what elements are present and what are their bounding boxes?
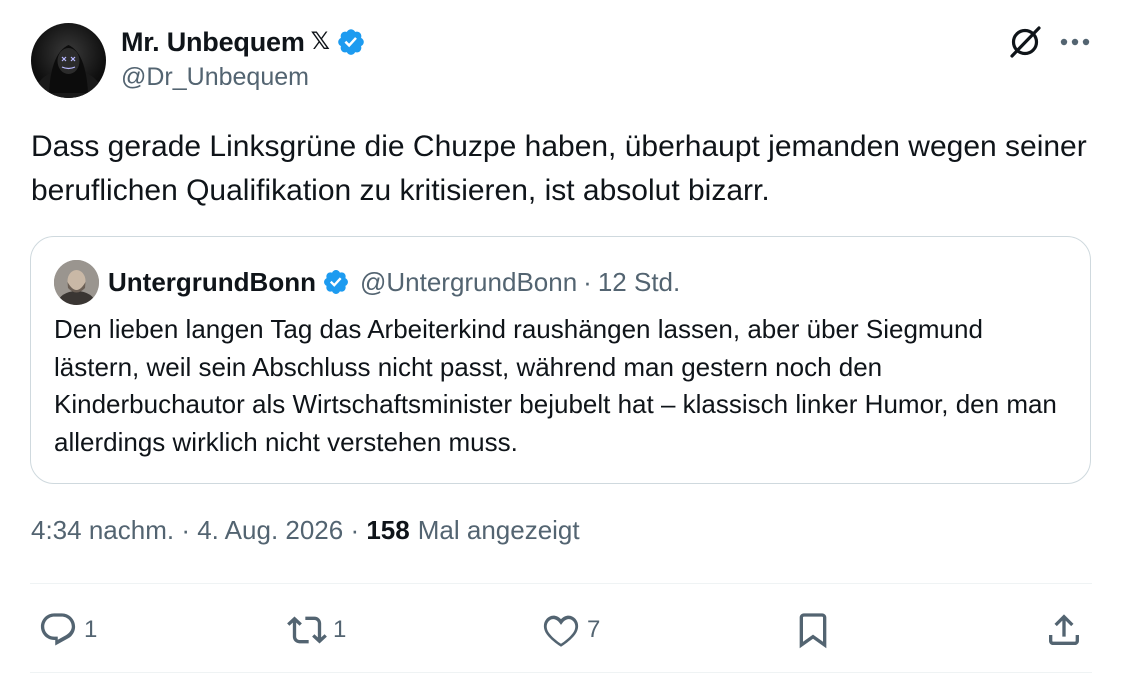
like-count: 7 [587,616,601,643]
meta-separator: · [174,515,198,545]
grok-button[interactable] [1005,22,1045,62]
retweet-button[interactable]: 1 [287,605,346,655]
action-bar: 1 1 7 [0,605,1123,655]
like-icon [543,615,579,647]
grok-icon [1010,26,1041,58]
quoted-tweet-text: Den lieben langen Tag das Arbeiterkind r… [54,314,1057,457]
reply-button[interactable]: 1 [38,605,97,655]
views-label: Mal angezeigt [417,515,580,545]
verified-badge-icon [324,270,348,294]
more-icon [1060,38,1090,46]
verified-badge-icon[interactable] [336,27,366,57]
share-button[interactable] [1044,605,1084,655]
quoted-author-name[interactable]: UntergrundBonn [108,267,316,298]
author-display-name[interactable]: Mr. Unbequem [121,27,305,58]
retweet-count: 1 [333,616,347,643]
avatar-image [34,45,103,98]
quoted-separator: · [583,266,592,297]
bookmark-button[interactable] [793,605,833,655]
quoted-author-handle[interactable]: @UntergrundBonn [360,267,577,298]
reply-icon [40,613,76,646]
meta-separator: · [343,515,367,545]
x-logo-icon: 𝕏 [310,28,330,55]
views-count: 158 [366,515,410,545]
quoted-author-avatar[interactable] [54,260,99,305]
quoted-timestamp[interactable]: 12 Std. [598,267,680,298]
author-name-row[interactable]: Mr. Unbequem 𝕏 [121,26,366,58]
share-icon [1049,614,1079,645]
quoted-tweet-header: UntergrundBonn @UntergrundBonn · 12 Std. [108,263,680,301]
tweet-date[interactable]: 4. Aug. 2026 [197,515,343,546]
divider [30,583,1092,584]
tweet-time[interactable]: 4:34 nachm. [31,515,174,546]
author-avatar[interactable] [31,23,106,98]
tweet-text: Dass gerade Linksgrüne die Chuzpe haben,… [31,130,1087,207]
like-button[interactable]: 7 [541,605,600,655]
reply-count: 1 [84,616,98,643]
author-handle[interactable]: @Dr_Unbequem [121,63,309,92]
retweet-icon [287,616,327,644]
tweet-meta: 4:34 nachm. · 4. Aug. 2026 · 158 Mal ang… [31,515,580,546]
bookmark-icon [799,613,827,649]
quoted-avatar-image [54,260,99,305]
more-options-button[interactable] [1055,22,1095,62]
quoted-tweet[interactable]: UntergrundBonn @UntergrundBonn · 12 Std.… [30,236,1091,484]
divider [30,672,1092,673]
